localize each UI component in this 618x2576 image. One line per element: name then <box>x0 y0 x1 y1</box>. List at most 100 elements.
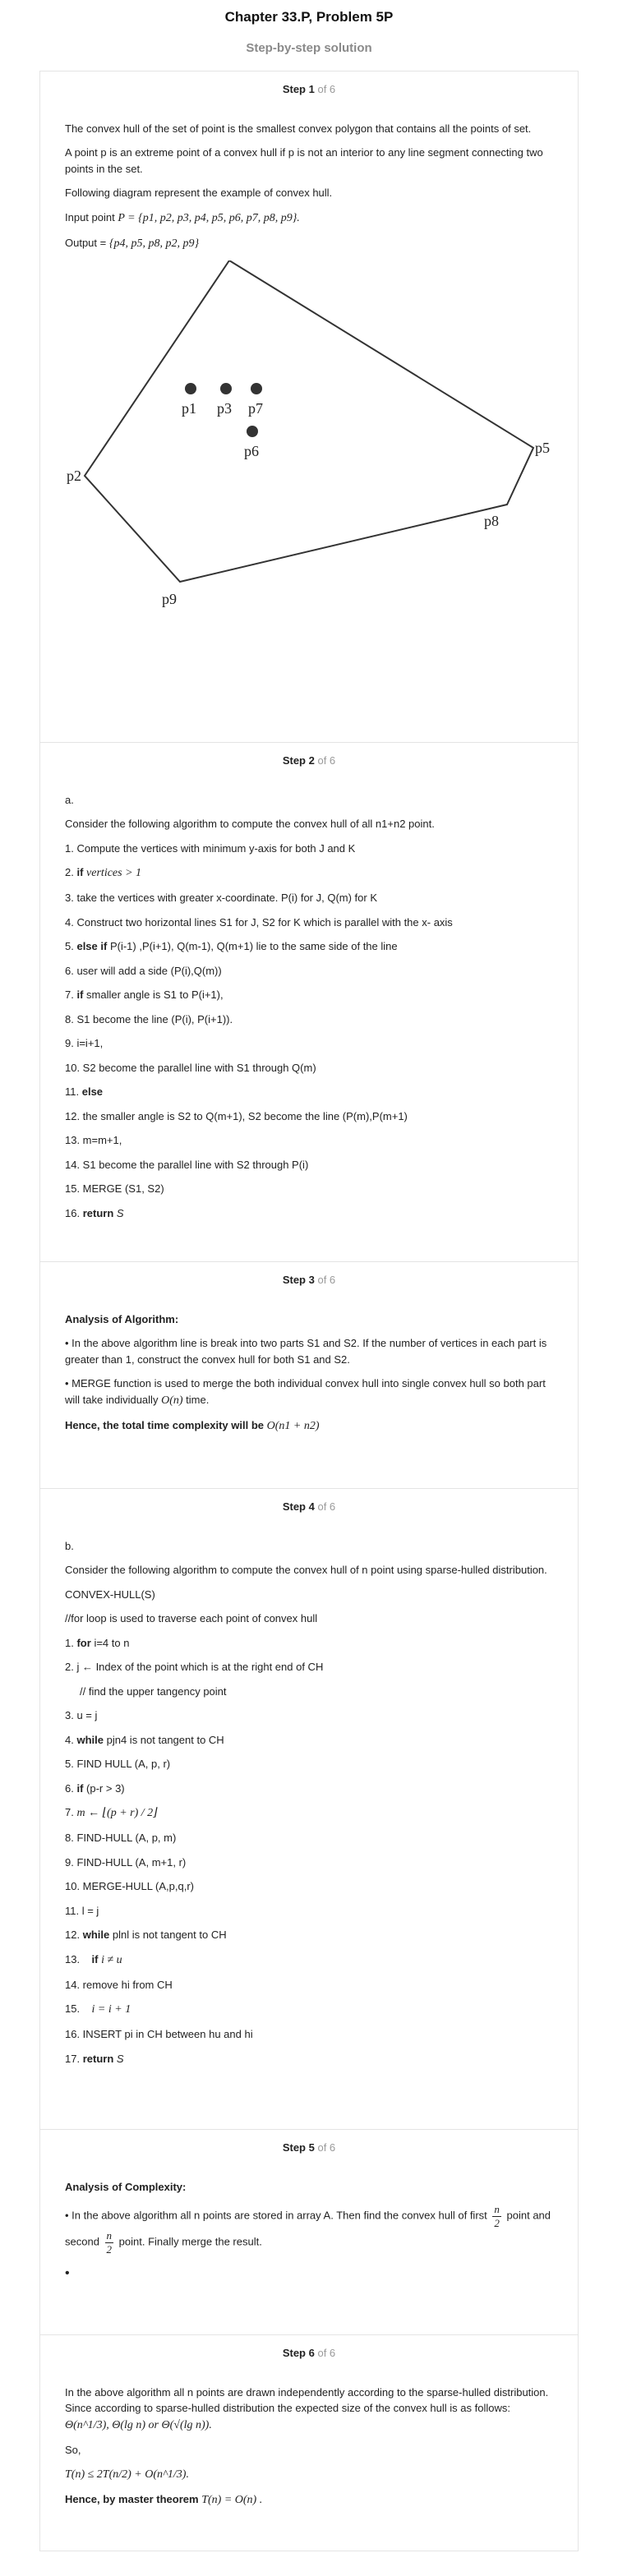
algo-line: 9. i=i+1, <box>65 1037 104 1049</box>
so-line: So, <box>65 2443 81 2456</box>
step-number: Step 6 <box>282 2347 315 2359</box>
algo-line: 3. u = j <box>65 1709 98 1721</box>
algo-line: 8. S1 become the line (P(i), P(i+1)). <box>65 1012 233 1025</box>
paragraph: Consider the following algorithm to comp… <box>65 818 435 830</box>
label-p6: p6 <box>244 443 259 459</box>
output-line: Output = {p4, p5, p8, p2, p9} <box>65 236 200 250</box>
step-count: of 6 <box>317 754 336 767</box>
function-name: CONVEX-HULL(S) <box>65 1588 155 1601</box>
algo-line: 13. if i ≠ u <box>65 1952 122 1966</box>
label-p7: p7 <box>248 400 263 417</box>
input-line: Input point P = {p1, p2, p3, p4, p5, p6,… <box>65 210 300 224</box>
step-header: Step 6 of 6 <box>65 2345 553 2362</box>
algo-line: 9. FIND-HULL (A, m+1, r) <box>65 1855 187 1869</box>
algo-line: 16. return S <box>65 1206 124 1219</box>
step-number: Step 4 <box>282 1500 315 1513</box>
part-label: a. <box>65 793 74 806</box>
paragraph: Following diagram represent the example … <box>65 187 333 199</box>
paragraph: Consider the following algorithm to comp… <box>65 1564 547 1576</box>
step-2: Step 2 of 6 a. Consider the following al… <box>39 742 579 1261</box>
hull-polygon <box>83 260 535 583</box>
algo-line: 8. FIND-HULL (A, p, m) <box>65 1832 177 1844</box>
algo-line: 5. FIND HULL (A, p, r) <box>65 1758 171 1770</box>
section-heading: Analysis of Complexity: <box>65 2180 187 2193</box>
algo-line: 10. S2 become the parallel line with S1 … <box>65 1061 316 1074</box>
algo-line: 14. remove hi from CH <box>65 1978 173 1991</box>
algo-line: 5. else if P(i-1) ,P(i+1), Q(m-1), Q(m+1… <box>65 940 398 952</box>
algo-line: 12. the smaller angle is S2 to Q(m+1), S… <box>65 1109 408 1122</box>
bullet: • In the above algorithm all n points ar… <box>65 2203 551 2256</box>
step-header: Step 5 of 6 <box>65 2140 553 2156</box>
page-title: Chapter 33.P, Problem 5P <box>224 9 394 25</box>
step-header: Step 2 of 6 <box>65 753 553 769</box>
algo-line: 10. MERGE-HULL (A,p,q,r) <box>65 1880 195 1892</box>
step-number: Step 1 <box>282 83 315 95</box>
point-p3 <box>220 382 232 394</box>
fraction-n-over-2: n2 <box>104 2229 114 2256</box>
input-set-math: P = {p1, p2, p3, p4, p5, p6, p7, p8, p9}… <box>118 211 300 224</box>
step-header: Step 1 of 6 <box>65 81 553 98</box>
algo-line: 6. if (p-r > 3) <box>65 1781 125 1795</box>
label-p2: p2 <box>67 468 81 484</box>
algo-line: 16. INSERT pi in CH between hu and hi <box>65 2028 253 2040</box>
algo-line: 14. S1 become the parallel line with S2 … <box>65 1158 309 1171</box>
conclusion: Hence, by master theorem T(n) = O(n) . <box>65 2493 263 2506</box>
algo-line: 11. else <box>65 1085 104 1098</box>
algo-line: 7. m ← ⌊(p + r) / 2⌋ <box>65 1806 158 1819</box>
label-p9: p9 <box>162 591 177 607</box>
bullet: • MERGE function is used to merge the bo… <box>65 1377 546 1407</box>
label-p1: p1 <box>182 400 196 417</box>
section-heading: Analysis of Algorithm: <box>65 1312 179 1325</box>
algo-line: 4. Construct two horizontal lines S1 for… <box>65 915 453 929</box>
algo-line: 4. while pjn4 is not tangent to CH <box>65 1733 224 1746</box>
bullet: • In the above algorithm line is break i… <box>65 1337 547 1366</box>
algo-line: 17. return S <box>65 2052 124 2065</box>
algo-line: 13. m=m+1, <box>65 1134 122 1146</box>
paragraph: A point p is an extreme point of a conve… <box>65 146 543 175</box>
empty-bullet: • <box>65 2266 70 2281</box>
convex-hull-diagram: p4 p1 p3 p7 p6 p2 p5 p8 p9 <box>67 260 550 607</box>
point-p1 <box>185 382 196 394</box>
step-count: of 6 <box>317 2141 336 2154</box>
algo-line: 3. take the vertices with greater x-coor… <box>65 892 378 904</box>
algo-line: 15. i = i + 1 <box>65 2002 131 2016</box>
step-header: Step 4 of 6 <box>65 1499 553 1515</box>
label-p5: p5 <box>535 440 550 456</box>
step-5: Step 5 of 6 Analysis of Complexity: • In… <box>39 2129 579 2334</box>
step-number: Step 2 <box>282 754 315 767</box>
algo-line: 1. for i=4 to n <box>65 1636 130 1649</box>
fraction-n-over-2: n2 <box>492 2203 501 2229</box>
algo-line: 2. j ← Index of the point which is at th… <box>65 1661 324 1673</box>
paragraph: The convex hull of the set of point is t… <box>65 122 532 135</box>
label-p3: p3 <box>217 400 232 417</box>
point-p6 <box>247 425 258 437</box>
step-4: Step 4 of 6 b. Consider the following al… <box>39 1488 579 2129</box>
page-subtitle: Step-by-step solution <box>246 40 372 55</box>
output-set-math: {p4, p5, p8, p2, p9} <box>108 237 200 250</box>
algo-line: 11. l = j <box>65 1904 99 1917</box>
label-p8: p8 <box>484 513 499 529</box>
part-label: b. <box>65 1539 74 1552</box>
algo-line: 6. user will add a side (P(i),Q(m)) <box>65 964 222 977</box>
algo-line: 2. if vertices > 1 <box>65 866 142 879</box>
comment: //for loop is used to traverse each poin… <box>65 1612 318 1624</box>
algo-line: 15. MERGE (S1, S2) <box>65 1182 164 1195</box>
step-count: of 6 <box>317 1500 336 1513</box>
conclusion: Hence, the total time complexity will be… <box>65 1418 320 1432</box>
step-header: Step 3 of 6 <box>65 1272 553 1288</box>
solution-page: Chapter 33.P, Problem 5P Step-by-step so… <box>0 0 618 2576</box>
step-6: Step 6 of 6 In the above algorithm all n… <box>39 2334 579 2551</box>
step-count: of 6 <box>317 83 336 95</box>
point-p7 <box>251 382 262 394</box>
step-count: of 6 <box>317 2347 336 2359</box>
step-3: Step 3 of 6 Analysis of Algorithm: • In … <box>39 1261 579 1488</box>
algo-line: 7. if smaller angle is S1 to P(i+1), <box>65 988 224 1001</box>
comment: // find the upper tangency point <box>80 1684 227 1698</box>
step-1: Step 1 of 6 The convex hull of the set o… <box>39 71 579 742</box>
recurrence-math: T(n) ≤ 2T(n/2) + O(n^1/3). <box>65 2468 189 2481</box>
algo-line: 12. while plnl is not tangent to CH <box>65 1929 227 1941</box>
algo-line: 1. Compute the vertices with minimum y-a… <box>65 841 356 855</box>
paragraph: In the above algorithm all n points are … <box>65 2385 549 2431</box>
step-number: Step 5 <box>282 2141 315 2154</box>
step-number: Step 3 <box>282 1274 315 1286</box>
